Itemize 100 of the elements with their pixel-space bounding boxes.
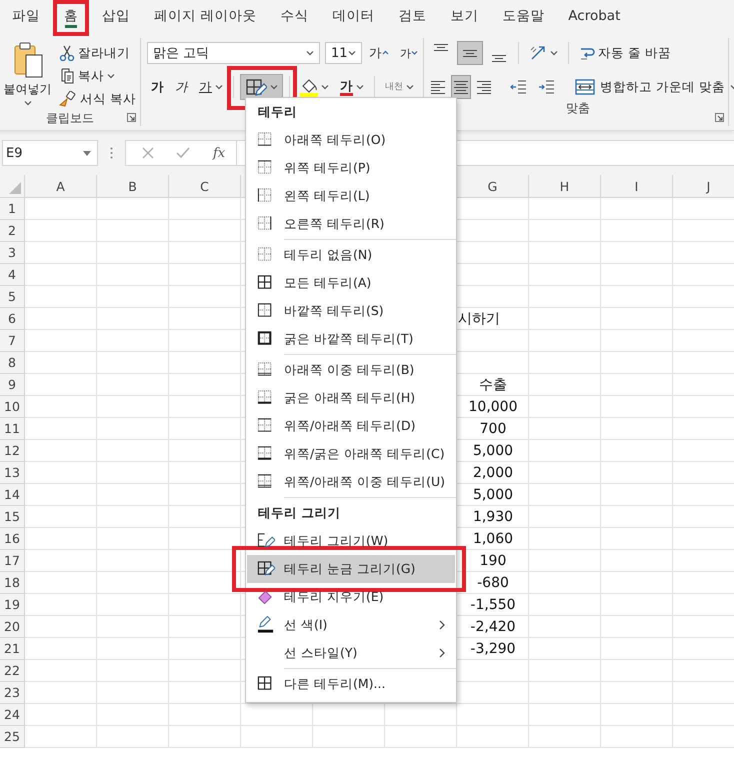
menu-item[interactable]: 굵은 바깥쪽 테두리(T) [247,325,455,353]
row-header[interactable]: 16 [0,528,25,550]
menu-item[interactable]: 위쪽/아래쪽 이중 테두리(U) [247,468,455,496]
merge-center-button[interactable]: 병합하고 가운데 맞춤 [571,76,734,98]
row-header[interactable]: 1 [0,198,25,220]
menu-item[interactable]: 아래쪽 이중 테두리(B) [247,356,455,384]
menu-item[interactable]: 위쪽/굵은 아래쪽 테두리(C) [247,440,455,468]
menu-item[interactable]: 테두리 눈금 그리기(G) [247,555,455,583]
dialog-launcher-icon[interactable] [715,113,724,122]
ribbon-tab[interactable]: 검토 [386,0,438,32]
ribbon-tab[interactable]: 도움말 [490,0,556,32]
align-lines-icon [431,80,445,94]
row-header[interactable]: 10 [0,396,25,418]
column-header[interactable]: G [457,175,529,198]
column-header[interactable]: I [601,175,673,198]
row-header[interactable]: 6 [0,308,25,330]
row-header[interactable]: 13 [0,462,25,484]
table-cell-text: 수출 [478,376,508,395]
row-header[interactable]: 21 [0,638,25,660]
shrink-font-button[interactable]: 가 [396,44,422,62]
group-label: 클립보드 [46,110,94,127]
ribbon-tab[interactable]: Acrobat [556,0,632,32]
ribbon-tab[interactable]: 데이터 [320,0,386,32]
row-header[interactable]: 18 [0,572,25,594]
row-header[interactable]: 2 [0,220,25,242]
ribbon-tab[interactable]: 홈 [52,0,90,32]
grow-font-button[interactable]: 가 [365,42,393,64]
dropdown-icon [83,150,91,156]
row-header[interactable]: 25 [0,726,25,748]
bold-button[interactable]: 가 [147,76,168,98]
row-header[interactable]: 9 [0,374,25,396]
menu-item[interactable]: 테두리 그리기(W) [247,527,455,555]
menu-item[interactable]: 모든 테두리(A) [247,269,455,297]
clipboard-icon [12,41,42,79]
column-header[interactable]: C [169,175,241,198]
paste-button[interactable]: 붙여넣기 [0,38,56,110]
format-painter-button[interactable]: 서식 복사 [55,88,140,110]
outdent-icon [510,78,527,96]
row-header[interactable]: 3 [0,242,25,264]
menu-item[interactable]: 테두리 지우기(E) [247,583,455,611]
ribbon-tab[interactable]: 보기 [438,0,490,32]
grid-pencil-icon [257,560,275,578]
column-header[interactable]: H [529,175,601,198]
caret-icon [306,50,314,56]
ribbon-tab[interactable]: 삽입 [90,0,142,32]
row-header[interactable]: 14 [0,484,25,506]
copy-button[interactable]: 복사 [55,65,140,87]
menu-item[interactable]: 위쪽 테두리(P) [247,154,455,182]
cut-button[interactable]: 잘라내기 [55,42,140,64]
menu-item[interactable]: 선 스타일(Y) [247,639,455,667]
table-cell-text: -2,420 [469,618,517,637]
row-header[interactable]: 22 [0,660,25,682]
merge-cells-icon [575,78,595,96]
align-lines-icon [454,80,468,94]
row-header[interactable]: 19 [0,594,25,616]
table-cell-text: 10,000 [468,398,518,417]
menu-item[interactable]: 선 색(I) [247,611,455,639]
menu-item[interactable]: 위쪽/아래쪽 테두리(D) [247,412,455,440]
menu-item[interactable]: 다른 테두리(M)... [247,670,455,698]
row-header[interactable]: 8 [0,352,25,374]
row-header[interactable]: 17 [0,550,25,572]
italic-button[interactable]: 가 [171,76,192,98]
menu-item[interactable]: 테두리 없음(N) [247,241,455,269]
row-header[interactable]: 15 [0,506,25,528]
ribbon-tab[interactable]: 페이지 레이아웃 [142,0,268,32]
row-header[interactable]: 5 [0,286,25,308]
font-name-field[interactable]: 맑은 고딕 [147,42,320,64]
row-header[interactable]: 23 [0,682,25,704]
menu-item[interactable]: 오른쪽 테두리(R) [247,210,455,238]
column-header[interactable]: A [25,175,97,198]
table-cell-text: 1,060 [472,530,514,549]
align-button[interactable] [451,75,471,99]
table-cell-text: 시하기 [457,310,501,329]
menu-item[interactable]: 바깥쪽 테두리(S) [247,297,455,325]
row-header[interactable]: 24 [0,704,25,726]
dialog-launcher-icon[interactable] [127,113,136,122]
caret-icon [215,84,223,90]
column-header[interactable]: B [97,175,169,198]
caret-icon [348,50,356,56]
name-box[interactable]: E9 [2,140,98,166]
underline-button[interactable]: 가 [195,76,227,98]
wrap-text-button[interactable]: 자동 줄 바꿈 [575,42,675,64]
row-header[interactable]: 7 [0,330,25,352]
row-header[interactable]: 11 [0,418,25,440]
column-header[interactable]: J [673,175,734,198]
insert-function-button[interactable]: fx [208,144,230,162]
ribbon-tab[interactable]: 수식 [268,0,320,32]
table-cell-text: 5,000 [472,442,514,461]
phonetic-button[interactable]: 내천 [381,80,418,94]
row-header[interactable]: 4 [0,264,25,286]
row-header[interactable]: 12 [0,440,25,462]
menu-item[interactable]: 왼쪽 테두리(L) [247,182,455,210]
down-caret-icon [411,50,418,56]
ribbon-tab[interactable]: 파일 [0,0,52,32]
menu-item[interactable]: 아래쪽 테두리(O) [247,126,455,154]
menu-item[interactable]: 굵은 아래쪽 테두리(H) [247,384,455,412]
font-size-field[interactable]: 11 [325,42,362,64]
borders-button[interactable] [240,74,283,100]
align-button[interactable] [457,41,483,65]
row-header[interactable]: 20 [0,616,25,638]
